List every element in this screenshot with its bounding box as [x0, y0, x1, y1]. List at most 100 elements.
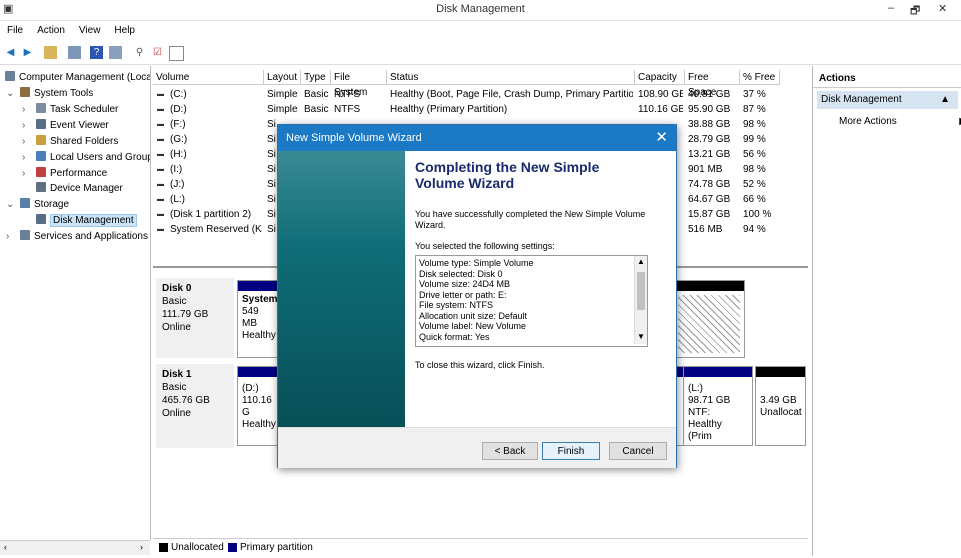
- volume-cell[interactable]: (G:): [170, 133, 262, 147]
- folder-up-icon[interactable]: [44, 46, 57, 59]
- task-scheduler-icon: [36, 103, 46, 113]
- volume-cell[interactable]: System Reserved (K:): [170, 223, 262, 237]
- disk1-label[interactable]: Disk 1 Basic 465.76 GB Online: [156, 364, 234, 448]
- dialog-close-icon[interactable]: ✕: [655, 128, 668, 146]
- expand-chevron-icon[interactable]: ›: [22, 135, 25, 149]
- disk1-l-partition[interactable]: (L:) 98.71 GB NTF: Healthy (Prim: [683, 366, 753, 446]
- volume-cell[interactable]: (D:): [170, 103, 262, 117]
- local-users-icon: [36, 151, 46, 161]
- show-hide-tree-icon[interactable]: [68, 46, 81, 59]
- menu-action[interactable]: Action: [30, 22, 72, 36]
- tree-device-manager[interactable]: Device Manager: [36, 182, 123, 196]
- volume-cell[interactable]: (F:): [170, 118, 262, 132]
- more-actions[interactable]: More Actions ▶: [839, 114, 961, 130]
- tree-storage[interactable]: Storage: [20, 198, 69, 212]
- partition-name: System: [242, 294, 278, 305]
- volume-cell: 40.81 GB: [688, 89, 731, 100]
- storage-icon: [20, 198, 30, 208]
- disk1-unallocated-partition[interactable]: 3.49 GB Unallocat: [755, 366, 806, 446]
- column-header-status[interactable]: Status: [387, 70, 635, 85]
- help-icon[interactable]: ?: [90, 46, 103, 59]
- checkmark-icon[interactable]: ☑: [151, 46, 164, 59]
- back-button[interactable]: < Back: [482, 442, 538, 460]
- wizard-dialog: New Simple Volume Wizard ✕ Completing th…: [277, 124, 677, 468]
- tree-local-users[interactable]: Local Users and Groups: [36, 151, 150, 165]
- tree-system-tools[interactable]: System Tools: [20, 87, 93, 101]
- services-icon: [20, 230, 30, 240]
- maximize-button[interactable]: 🗗: [910, 2, 920, 21]
- minimize-button[interactable]: –: [888, 2, 894, 14]
- collapse-up-icon[interactable]: ▲: [940, 91, 950, 109]
- column-header-free-space[interactable]: Free Space: [685, 70, 740, 98]
- tree-item-label: Task Scheduler: [50, 104, 119, 115]
- menu-view[interactable]: View: [72, 22, 108, 36]
- disk0-unallocated-partition[interactable]: [673, 280, 745, 358]
- event-viewer-icon: [36, 119, 46, 129]
- tree-horizontal-scrollbar[interactable]: ‹ ›: [0, 540, 150, 555]
- tree-item-label: Event Viewer: [50, 120, 109, 131]
- close-button[interactable]: ✕: [938, 2, 947, 15]
- volume-cell[interactable]: (C:): [170, 88, 262, 102]
- tree-task-scheduler[interactable]: Task Scheduler: [36, 103, 118, 117]
- expand-chevron-icon[interactable]: ›: [22, 119, 25, 133]
- navigation-tree: Computer Management (Local System Tools ⌄ T…: [0, 66, 151, 540]
- expand-chevron-icon[interactable]: ›: [22, 167, 25, 181]
- volume-icon: ▬: [157, 166, 164, 173]
- settings-line: Quick format: Yes: [419, 331, 490, 342]
- volume-cell[interactable]: (I:): [170, 163, 262, 177]
- disk0-type: Basic: [162, 296, 187, 307]
- partition-size: 3.49 GB: [760, 395, 797, 406]
- expand-chevron-icon[interactable]: ›: [6, 230, 9, 244]
- tree-performance[interactable]: Performance: [36, 167, 107, 181]
- volume-icon: ▬: [157, 136, 164, 143]
- scroll-up-icon[interactable]: ▲: [637, 257, 645, 266]
- volume-cell[interactable]: (L:): [170, 193, 262, 207]
- settings-textbox[interactable]: Volume type: Simple Volume Disk selected:…: [415, 255, 648, 347]
- volume-cell[interactable]: (H:): [170, 148, 262, 162]
- column-header-file-system[interactable]: File System: [331, 70, 387, 98]
- tree-shared-folders[interactable]: Shared Folders: [36, 135, 118, 149]
- column-header-type[interactable]: Type: [301, 70, 331, 85]
- scroll-right-icon[interactable]: ›: [140, 542, 143, 552]
- column-header-volume[interactable]: Volume: [153, 70, 264, 85]
- tree-disk-management[interactable]: Disk Management: [36, 214, 137, 228]
- expand-chevron-icon[interactable]: ›: [22, 103, 25, 117]
- disk1-d-partition[interactable]: (D:) 110.16 G Healthy: [237, 366, 279, 446]
- disk0-label[interactable]: Disk 0 Basic 111.79 GB Online: [156, 278, 234, 358]
- tree-computer-management[interactable]: Computer Management (Local: [5, 71, 150, 85]
- view-icon[interactable]: [169, 46, 184, 61]
- tree-event-viewer[interactable]: Event Viewer: [36, 119, 109, 133]
- column-header--free[interactable]: % Free: [740, 70, 780, 85]
- menu-file[interactable]: File: [0, 22, 30, 36]
- actions-disk-management[interactable]: Disk Management ▲: [817, 91, 958, 109]
- expand-chevron-icon[interactable]: ⌄: [6, 198, 14, 212]
- volume-cell: Healthy (Primary Partition): [390, 104, 508, 115]
- scroll-thumb[interactable]: [637, 272, 645, 310]
- computer-management-icon: [5, 71, 15, 81]
- tree-item-label: Device Manager: [50, 183, 123, 194]
- column-header-capacity[interactable]: Capacity: [635, 70, 685, 85]
- disk0-system-partition[interactable]: System 549 MB Healthy: [237, 280, 279, 358]
- volume-cell: 100 %: [743, 209, 772, 220]
- scroll-down-icon[interactable]: ▼: [637, 332, 645, 341]
- settings-line: File system: NTFS: [419, 300, 494, 310]
- forward-icon[interactable]: ▶: [21, 46, 34, 59]
- column-header-layout[interactable]: Layout: [264, 70, 301, 85]
- volume-cell[interactable]: (Disk 1 partition 2): [170, 208, 262, 222]
- volume-cell[interactable]: (J:): [170, 178, 262, 192]
- back-icon[interactable]: ◀: [4, 46, 17, 59]
- connect-icon[interactable]: ⚲: [133, 46, 146, 59]
- expand-chevron-icon[interactable]: ⌄: [6, 87, 14, 101]
- menu-help[interactable]: Help: [107, 22, 142, 36]
- finish-button[interactable]: Finish: [542, 442, 600, 460]
- wizard-success-text: You have successfully completed the New …: [415, 209, 646, 219]
- disk1-type: Basic: [162, 382, 187, 393]
- settings-scrollbar[interactable]: ▲ ▼: [634, 256, 647, 344]
- properties-icon[interactable]: [109, 46, 122, 59]
- expand-chevron-icon[interactable]: ›: [22, 151, 25, 165]
- cancel-button[interactable]: Cancel: [609, 442, 667, 460]
- disk1-name: Disk 1: [162, 369, 192, 380]
- scroll-left-icon[interactable]: ‹: [4, 542, 7, 552]
- volume-icon: ▬: [157, 121, 164, 128]
- tree-services[interactable]: Services and Applications: [20, 230, 148, 244]
